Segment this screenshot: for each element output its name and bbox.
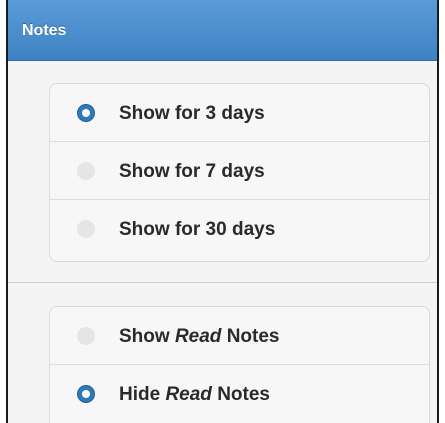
option-label: Show for 3 days xyxy=(119,103,265,124)
option-show-30-days[interactable]: Show for 30 days xyxy=(50,200,429,258)
option-label: Show for 7 days xyxy=(119,161,265,182)
read-notes-radio-group: Show Read Notes Hide Read Notes xyxy=(49,306,430,423)
option-label: Hide Read Notes xyxy=(119,384,270,405)
radio-unselected-icon[interactable] xyxy=(77,220,95,238)
option-show-3-days[interactable]: Show for 3 days xyxy=(50,84,429,142)
settings-content: Show for 3 days Show for 7 days Show for… xyxy=(8,61,437,423)
radio-unselected-icon[interactable] xyxy=(77,327,95,345)
section-divider xyxy=(8,282,437,283)
page-title: Notes xyxy=(22,22,67,39)
radio-selected-icon[interactable] xyxy=(77,104,95,122)
option-hide-read-notes[interactable]: Hide Read Notes xyxy=(50,365,429,423)
notes-panel: Notes Show for 3 days Show for 7 days Sh… xyxy=(6,0,439,423)
option-show-read-notes[interactable]: Show Read Notes xyxy=(50,307,429,365)
option-label: Show Read Notes xyxy=(119,326,280,347)
radio-selected-icon[interactable] xyxy=(77,385,95,403)
radio-unselected-icon[interactable] xyxy=(77,162,95,180)
option-label: Show for 30 days xyxy=(119,219,276,240)
header-bar: Notes xyxy=(8,0,437,61)
duration-radio-group: Show for 3 days Show for 7 days Show for… xyxy=(49,83,430,262)
option-show-7-days[interactable]: Show for 7 days xyxy=(50,142,429,200)
